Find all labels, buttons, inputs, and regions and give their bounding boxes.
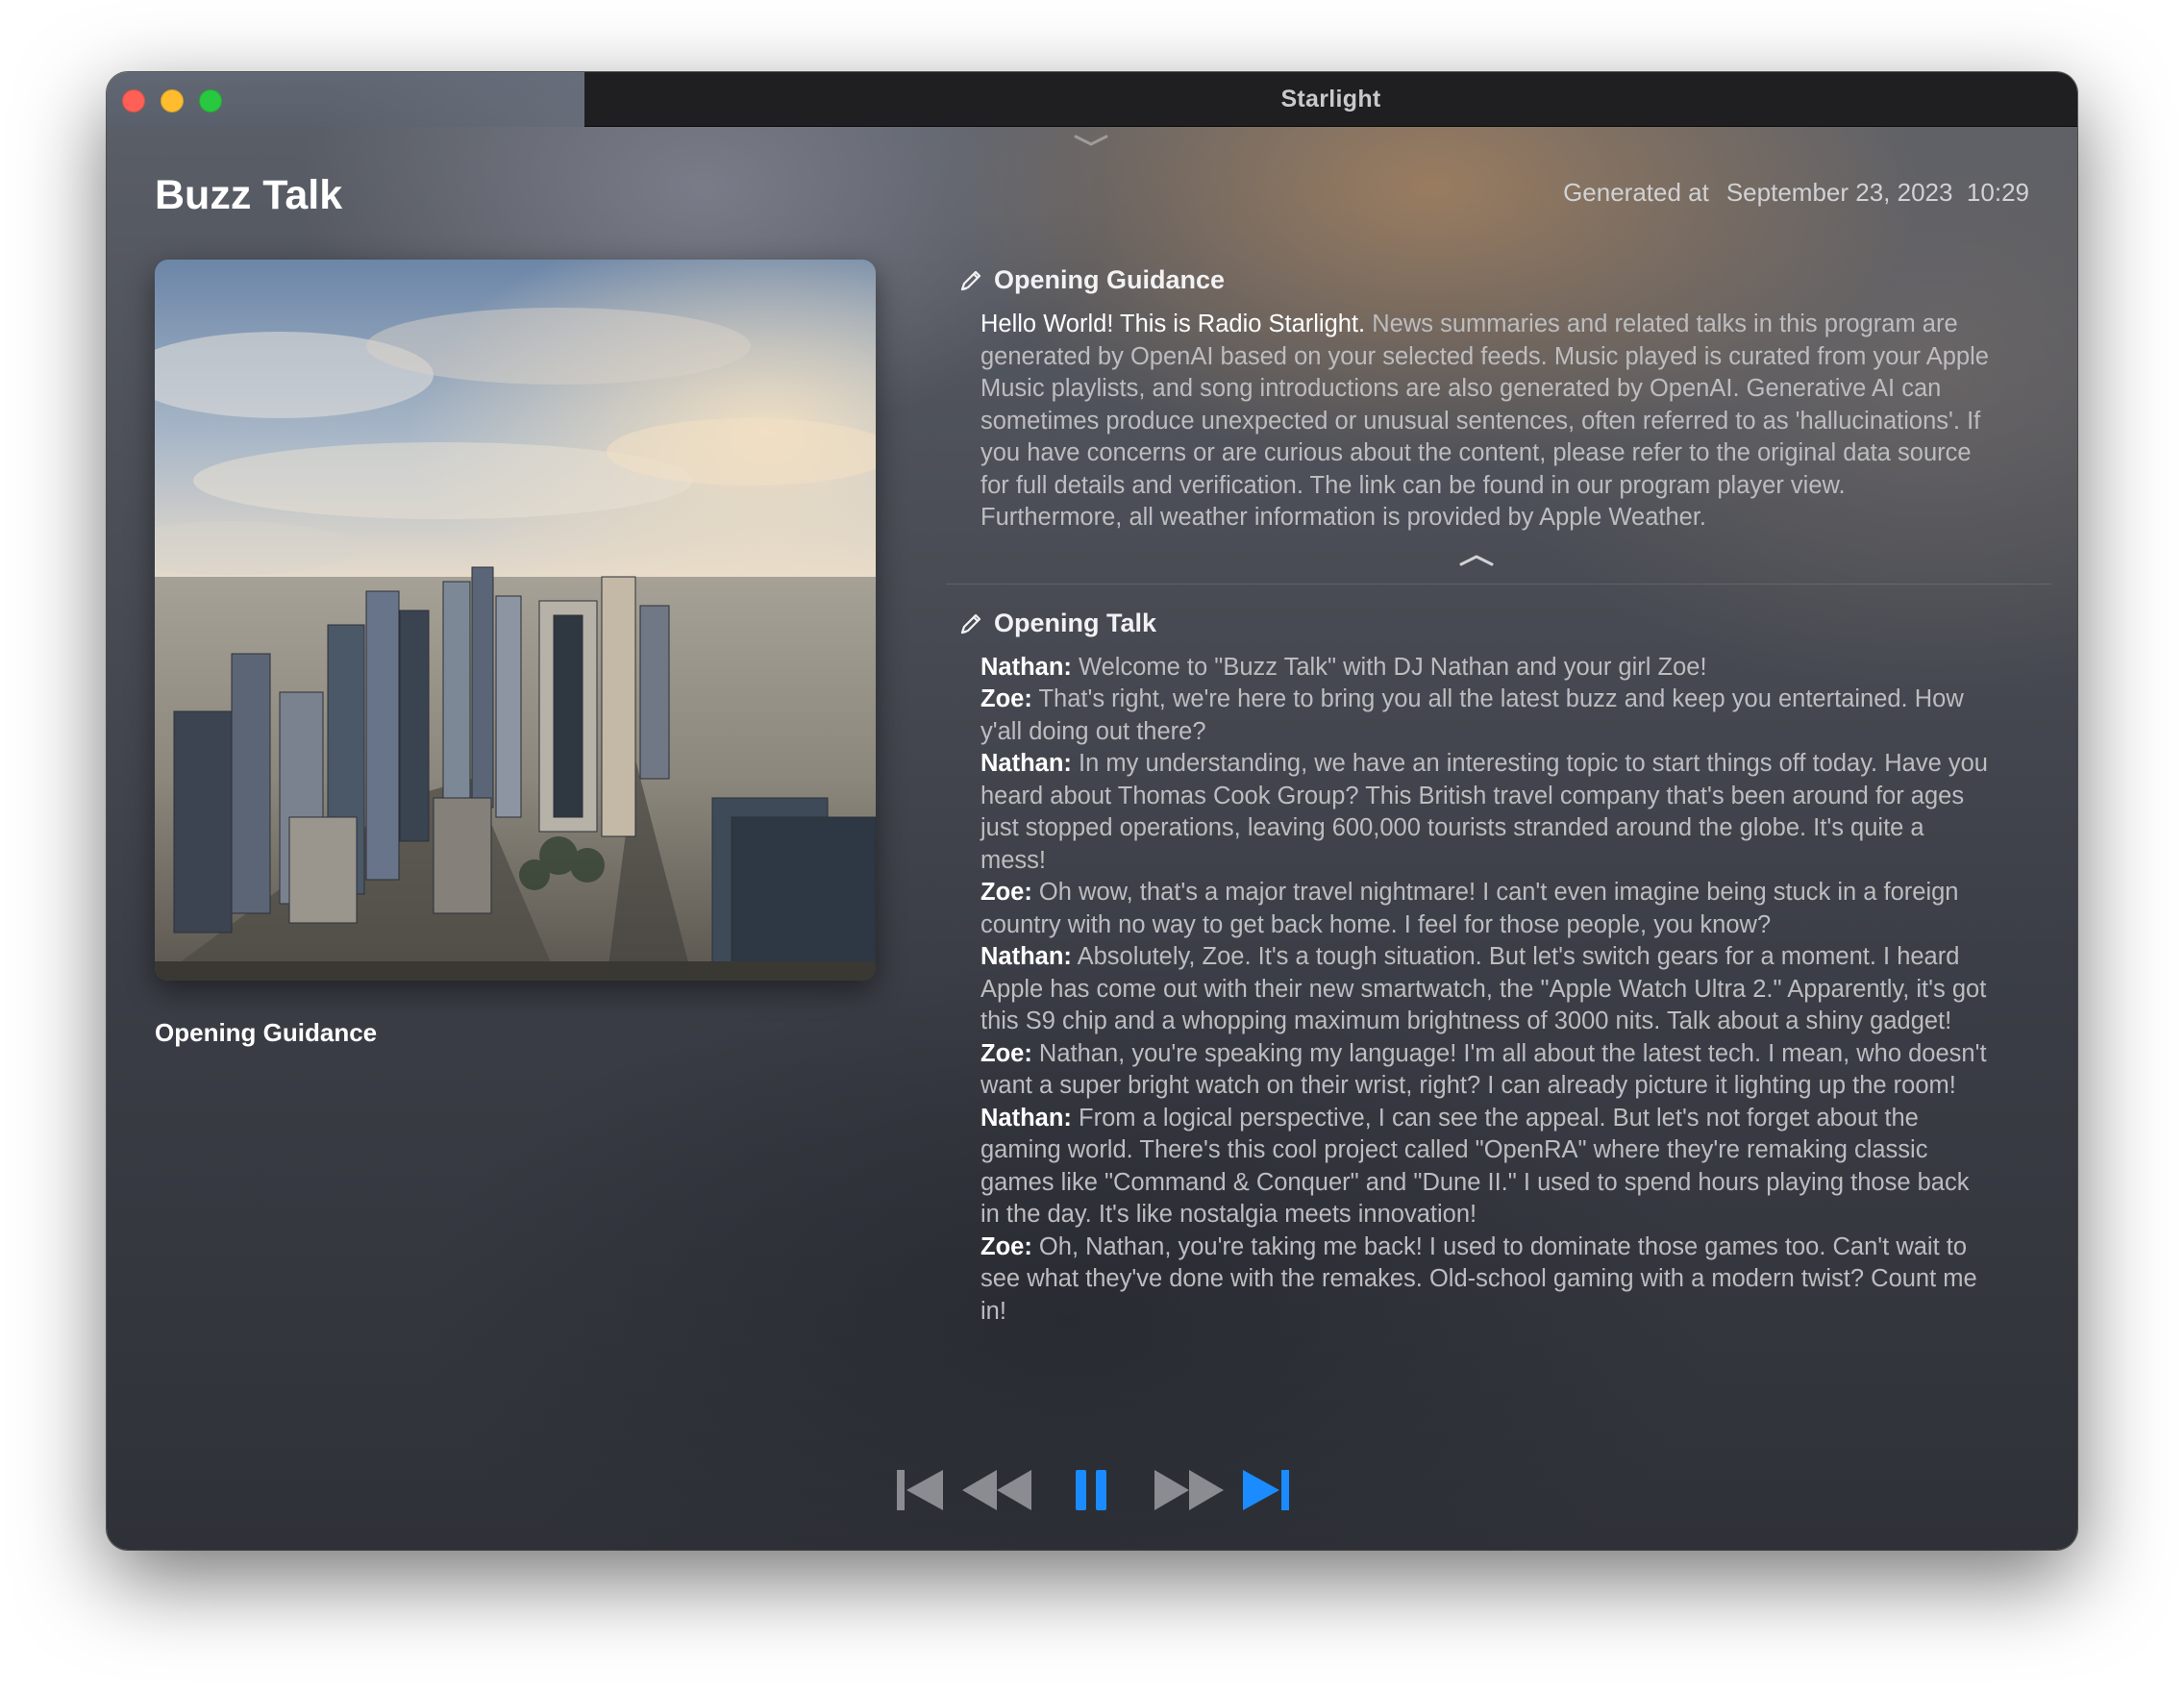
line-text: Oh, Nathan, you're taking me back! I use… xyxy=(980,1232,1977,1325)
transcript-line: Nathan: In my understanding, we have an … xyxy=(980,748,1990,877)
transcript-line: Zoe: Oh, Nathan, you're taking me back! … xyxy=(980,1232,1990,1329)
section-heading: Opening Guidance xyxy=(994,265,1226,295)
transcript-line: Zoe: Nathan, you're speaking my language… xyxy=(980,1038,1990,1103)
opening-guidance-header: Opening Guidance xyxy=(957,264,2042,297)
fast-forward-icon[interactable] xyxy=(1153,1468,1226,1512)
guidance-lead: Hello World! This is Radio Starlight. xyxy=(980,311,1366,337)
line-text: From a logical perspective, I can see th… xyxy=(980,1104,1970,1229)
program-content: Opening Guidance Hello World! This is Ra… xyxy=(946,264,2051,1329)
opening-talk-transcript: Nathan: Welcome to "Buzz Talk" with DJ N… xyxy=(980,652,1990,1329)
rewind-icon[interactable] xyxy=(960,1468,1033,1512)
speaker-name: Nathan: xyxy=(980,750,1072,777)
line-text: Welcome to "Buzz Talk" with DJ Nathan an… xyxy=(1079,653,1707,681)
opening-talk-header: Opening Talk xyxy=(957,608,2042,640)
program-artwork-image xyxy=(155,260,876,981)
section-heading: Opening Talk xyxy=(994,608,1157,637)
generated-label: Generated at xyxy=(1563,178,1709,207)
chevron-down-icon[interactable] xyxy=(1072,132,1110,149)
skip-to-next-icon[interactable] xyxy=(1241,1468,1291,1512)
transcript-line: Nathan: From a logical perspective, I ca… xyxy=(980,1103,1990,1232)
speaker-name: Nathan: xyxy=(980,943,1072,970)
titlebar: Starlight xyxy=(584,72,2077,127)
speaker-name: Zoe: xyxy=(980,685,1032,712)
minimize-window-button[interactable] xyxy=(161,89,184,112)
speaker-name: Zoe: xyxy=(980,1039,1032,1067)
transcript-line: Nathan: Welcome to "Buzz Talk" with DJ N… xyxy=(980,652,1990,684)
speaker-name: Zoe: xyxy=(980,1232,1032,1260)
pencil-icon xyxy=(960,613,981,634)
opening-guidance-text: Hello World! This is Radio Starlight. Ne… xyxy=(980,309,1990,535)
generated-timestamp: Generated at September 23, 2023 10:29 xyxy=(1563,178,2029,208)
guidance-body: News summaries and related talks in this… xyxy=(980,311,1989,531)
line-text: In my understanding, we have an interest… xyxy=(980,750,1988,874)
window-title: Starlight xyxy=(1280,86,1381,112)
transcript-line: Nathan: Absolutely, Zoe. It's a tough si… xyxy=(980,941,1990,1038)
app-window: Starlight Buzz Talk Generated at Septemb… xyxy=(107,72,2077,1550)
chevron-up-icon[interactable] xyxy=(1457,552,1496,569)
line-text: Oh wow, that's a major travel nightmare!… xyxy=(980,879,1959,938)
close-window-button[interactable] xyxy=(122,89,145,112)
generated-date: September 23, 2023 10:29 xyxy=(1725,178,2029,207)
pencil-icon xyxy=(960,270,981,291)
maximize-window-button[interactable] xyxy=(199,89,222,112)
line-text: Absolutely, Zoe. It's a tough situation.… xyxy=(980,943,1987,1034)
section-divider xyxy=(946,583,2051,585)
line-text: Nathan, you're speaking my language! I'm… xyxy=(980,1039,1987,1100)
speaker-name: Nathan: xyxy=(980,1104,1072,1132)
transcript-line: Zoe: Oh wow, that's a major travel night… xyxy=(980,877,1990,941)
skip-to-start-icon[interactable] xyxy=(895,1468,945,1512)
line-text: That's right, we're here to bring you al… xyxy=(980,685,1964,745)
artwork-caption: Opening Guidance xyxy=(155,1018,378,1047)
transcript-line: Zoe: That's right, we're here to bring y… xyxy=(980,684,1990,748)
speaker-name: Nathan: xyxy=(980,653,1072,681)
pause-icon[interactable] xyxy=(1074,1468,1108,1512)
speaker-name: Zoe: xyxy=(980,879,1032,906)
program-title: Buzz Talk xyxy=(155,172,343,218)
